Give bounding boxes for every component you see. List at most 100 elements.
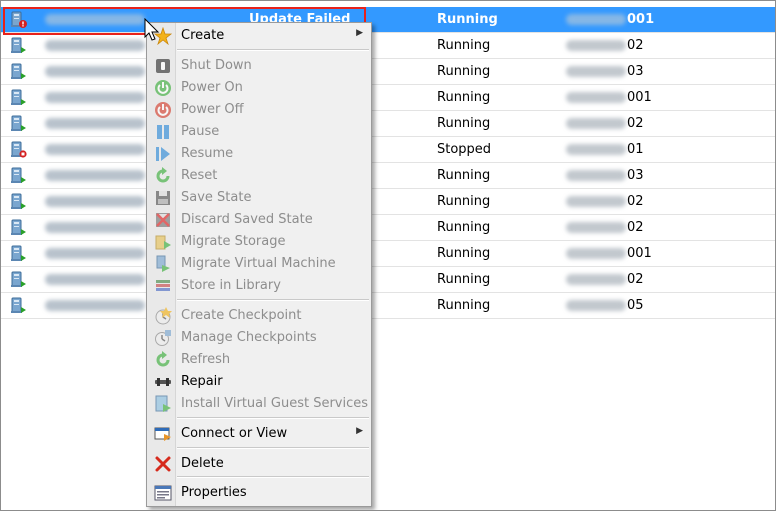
menu-item-store-in-library[interactable]: Store in Library <box>149 275 369 297</box>
menu-separator <box>177 417 369 419</box>
vm-name-redacted <box>45 248 145 259</box>
table-row[interactable]: Running 05 <box>1 293 775 319</box>
menu-item-delete[interactable]: Delete <box>149 453 369 475</box>
menu-item-label: Reset <box>181 168 218 183</box>
vm-state-cell: Running <box>437 116 491 131</box>
repair-icon <box>155 378 171 386</box>
vm-running-icon <box>11 63 26 79</box>
properties-icon <box>154 485 172 501</box>
migrate-vm-icon <box>156 255 170 272</box>
mouse-cursor-icon <box>144 18 160 41</box>
table-row[interactable]: Stopped 01 <box>1 137 775 163</box>
menu-item-repair[interactable]: Repair <box>149 371 369 393</box>
menu-item-create[interactable]: Create ▶ <box>149 25 369 47</box>
install-guest-services-icon <box>155 395 171 412</box>
menu-item-label: Connect or View <box>181 426 288 441</box>
menu-item-label: Refresh <box>181 352 231 367</box>
vm-running-icon <box>11 245 26 261</box>
vm-running-icon <box>11 271 26 287</box>
menu-item-properties[interactable]: Properties <box>149 482 369 504</box>
manage-checkpoints-icon <box>155 330 171 346</box>
menu-item-migrate-storage[interactable]: Migrate Storage <box>149 231 369 253</box>
menu-item-label: Power On <box>181 80 243 95</box>
discard-saved-state-icon <box>156 213 170 227</box>
host-name-redacted <box>566 170 626 181</box>
host-name-redacted <box>566 196 626 207</box>
host-name-suffix: 02 <box>627 220 644 235</box>
menu-item-label: Create <box>181 28 225 43</box>
menu-item-label: Store in Library <box>181 278 281 293</box>
vm-state-cell: Running <box>437 272 491 287</box>
host-name-redacted <box>566 66 626 77</box>
vm-state-cell: Stopped <box>437 142 492 157</box>
vm-name-redacted <box>45 66 145 77</box>
menu-item-label: Repair <box>181 374 223 389</box>
vm-name-redacted <box>45 222 145 233</box>
host-name-suffix: 02 <box>627 38 644 53</box>
menu-item-shut-down[interactable]: Shut Down <box>149 55 369 77</box>
vm-name-redacted <box>45 274 145 285</box>
table-row[interactable]: Running 02 <box>1 33 775 59</box>
host-name-redacted <box>566 92 626 103</box>
table-row[interactable]: Running 03 <box>1 163 775 189</box>
menu-item-create-checkpoint[interactable]: Create Checkpoint <box>149 305 369 327</box>
refresh-icon <box>156 351 170 367</box>
table-row[interactable]: Running 001 <box>1 85 775 111</box>
menu-item-save-state[interactable]: Save State <box>149 187 369 209</box>
vm-running-icon <box>11 89 26 105</box>
table-row[interactable]: Running 02 <box>1 189 775 215</box>
host-name-suffix: 02 <box>627 272 644 287</box>
table-row[interactable]: Running 02 <box>1 111 775 137</box>
pause-icon <box>157 125 169 139</box>
migrate-storage-icon <box>155 235 171 250</box>
table-row[interactable]: Running 001 <box>1 241 775 267</box>
vm-name-redacted <box>45 144 145 155</box>
vm-running-icon <box>11 297 26 313</box>
menu-item-label: Resume <box>181 146 234 161</box>
vm-state-cell: Running <box>437 246 491 261</box>
menu-item-resume[interactable]: Resume <box>149 143 369 165</box>
shutdown-icon <box>156 59 170 73</box>
menu-item-discard-saved-state[interactable]: Discard Saved State <box>149 209 369 231</box>
vm-state-cell: Running <box>437 298 491 313</box>
menu-item-connect-or-view[interactable]: Connect or View ▶ <box>149 423 369 445</box>
vm-name-redacted <box>45 40 145 51</box>
resume-icon <box>156 147 170 161</box>
menu-item-label: Manage Checkpoints <box>181 330 317 345</box>
menu-item-power-on[interactable]: Power On <box>149 77 369 99</box>
menu-item-label: Migrate Storage <box>181 234 286 249</box>
submenu-arrow-icon: ▶ <box>356 426 363 436</box>
reset-icon <box>156 167 170 183</box>
table-row[interactable]: Running 02 <box>1 215 775 241</box>
table-row[interactable]: Running 02 <box>1 267 775 293</box>
delete-x-icon <box>155 456 171 472</box>
vm-list-window: Update Failed Running 001 Running 02 Running 0… <box>0 0 776 511</box>
table-row[interactable]: Running 03 <box>1 59 775 85</box>
library-icon <box>156 280 170 291</box>
vm-name-redacted <box>45 118 145 129</box>
vm-name-redacted <box>45 92 145 103</box>
save-state-icon <box>156 191 170 205</box>
menu-item-power-off[interactable]: Power Off <box>149 99 369 121</box>
host-name-suffix: 05 <box>627 298 644 313</box>
menu-item-install-virtual-guest-services[interactable]: Install Virtual Guest Services <box>149 393 369 415</box>
menu-item-refresh[interactable]: Refresh <box>149 349 369 371</box>
host-name-suffix: 03 <box>627 64 644 79</box>
table-row-selected[interactable]: Update Failed Running 001 <box>1 7 775 33</box>
host-name-suffix: 001 <box>627 12 655 27</box>
vm-name-redacted <box>45 14 145 25</box>
vm-running-icon <box>11 193 26 209</box>
host-name-suffix: 02 <box>627 194 644 209</box>
vm-stopped-icon <box>11 141 27 158</box>
create-checkpoint-icon <box>155 307 172 325</box>
menu-item-pause[interactable]: Pause <box>149 121 369 143</box>
power-off-icon <box>155 102 171 118</box>
menu-item-migrate-virtual-machine[interactable]: Migrate Virtual Machine <box>149 253 369 275</box>
host-name-suffix: 001 <box>627 246 652 261</box>
connect-view-icon <box>154 427 171 441</box>
vm-state-cell: Running <box>437 12 498 27</box>
menu-item-manage-checkpoints[interactable]: Manage Checkpoints <box>149 327 369 349</box>
vm-name-redacted <box>45 300 145 311</box>
menu-item-reset[interactable]: Reset <box>149 165 369 187</box>
vm-state-cell: Running <box>437 194 491 209</box>
